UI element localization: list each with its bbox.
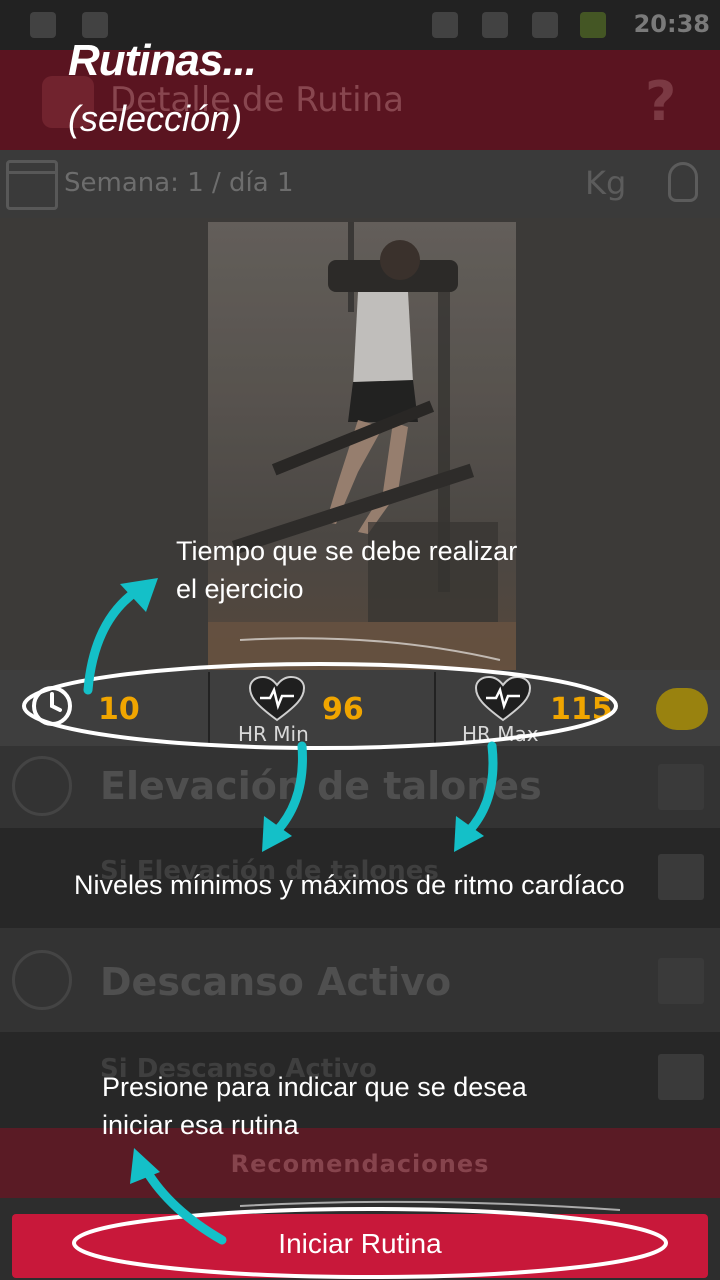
note-time-line2: el ejercicio xyxy=(176,574,304,604)
tutorial-heading: Rutinas... xyxy=(68,36,257,85)
note-heart-rate: Niveles mínimos y máximos de ritmo cardí… xyxy=(74,870,625,900)
note-start: Presione para indicar que se desea inici… xyxy=(102,1068,527,1144)
tutorial-subheading: (selección) xyxy=(68,98,243,139)
note-time: Tiempo que se debe realizar el ejercicio xyxy=(176,532,517,608)
note-start-line1: Presione para indicar que se desea xyxy=(102,1072,527,1102)
note-time-line1: Tiempo que se debe realizar xyxy=(176,536,518,566)
note-start-line2: iniciar esa rutina xyxy=(102,1110,299,1140)
